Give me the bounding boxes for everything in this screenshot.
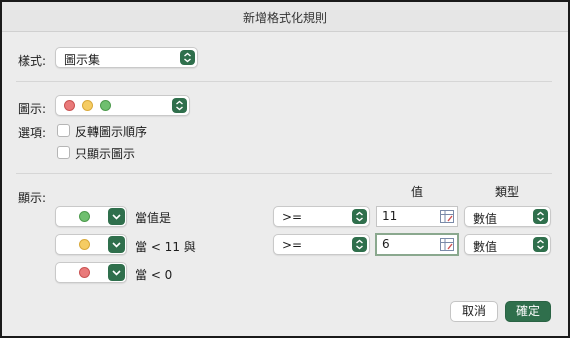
chevron-down-icon — [108, 236, 125, 253]
rule-2-condition: 當 < 11 與 — [135, 240, 196, 254]
rule-1-type-value: 數值 — [473, 212, 498, 226]
rule-1-value-input[interactable]: 11 — [376, 206, 458, 227]
rule-2-value-input[interactable]: 6 — [375, 233, 459, 256]
rule-2-type-select[interactable]: 數值 — [464, 234, 551, 255]
cell-reference-icon[interactable] — [440, 210, 454, 223]
show-icon-only-label[interactable]: 只顯示圖示 — [75, 145, 135, 162]
rule-1-operator-value: >= — [282, 210, 303, 224]
yellow-circle-icon — [82, 100, 93, 111]
rule-1-icon-select[interactable] — [55, 206, 127, 227]
chevron-down-icon — [108, 208, 125, 225]
type-column-header: 類型 — [495, 185, 520, 199]
separator — [16, 81, 552, 82]
rule-2-type-value: 數值 — [473, 240, 498, 254]
rule-2-operator-value: >= — [282, 238, 303, 252]
rule-2-icon-select[interactable] — [55, 234, 127, 255]
chevron-down-icon — [108, 264, 125, 281]
reverse-order-label[interactable]: 反轉圖示順序 — [75, 123, 147, 140]
options-label: 選項: — [18, 126, 47, 140]
up-down-arrows-icon — [352, 209, 367, 224]
rule-2-operator-select[interactable]: >= — [273, 234, 370, 255]
cancel-button[interactable]: 取消 — [450, 301, 498, 322]
display-label: 顯示: — [18, 191, 47, 205]
ok-button[interactable]: 確定 — [505, 301, 551, 322]
style-select-value: 圖示集 — [64, 53, 101, 67]
rule-1-operator-select[interactable]: >= — [273, 206, 370, 227]
value-column-header: 值 — [411, 185, 424, 199]
icon-set-select[interactable] — [55, 95, 190, 116]
reverse-order-checkbox[interactable] — [57, 124, 70, 137]
up-down-arrows-icon — [352, 237, 367, 252]
up-down-arrows-icon — [172, 98, 187, 113]
up-down-arrows-icon — [533, 237, 548, 252]
window-title: 新增格式化規則 — [242, 11, 327, 25]
up-down-arrows-icon — [533, 209, 548, 224]
green-circle-icon — [79, 211, 90, 222]
red-circle-icon — [79, 267, 90, 278]
icons-label: 圖示: — [18, 102, 47, 116]
rule-1-type-select[interactable]: 數值 — [464, 206, 551, 227]
separator — [16, 173, 552, 174]
yellow-circle-icon — [79, 239, 90, 250]
style-label: 樣式: — [18, 54, 47, 68]
up-down-arrows-icon — [180, 50, 195, 65]
red-circle-icon — [64, 100, 75, 111]
title-bar: 新增格式化規則 — [2, 2, 568, 32]
rule-1-value: 11 — [382, 209, 398, 223]
rule-3-condition: 當 < 0 — [135, 268, 173, 282]
rule-1-condition: 當值是 — [135, 211, 172, 225]
rule-2-value: 6 — [382, 237, 390, 251]
show-icon-only-checkbox[interactable] — [57, 146, 70, 159]
green-circle-icon — [100, 100, 111, 111]
rule-3-icon-select[interactable] — [55, 262, 127, 283]
style-select[interactable]: 圖示集 — [55, 47, 198, 68]
new-formatting-rule-dialog: 新增格式化規則 樣式: 圖示集 圖示: 選項: 反轉圖示順序 只顯示圖示 顯示:… — [0, 0, 570, 338]
cell-reference-icon[interactable] — [440, 238, 454, 251]
